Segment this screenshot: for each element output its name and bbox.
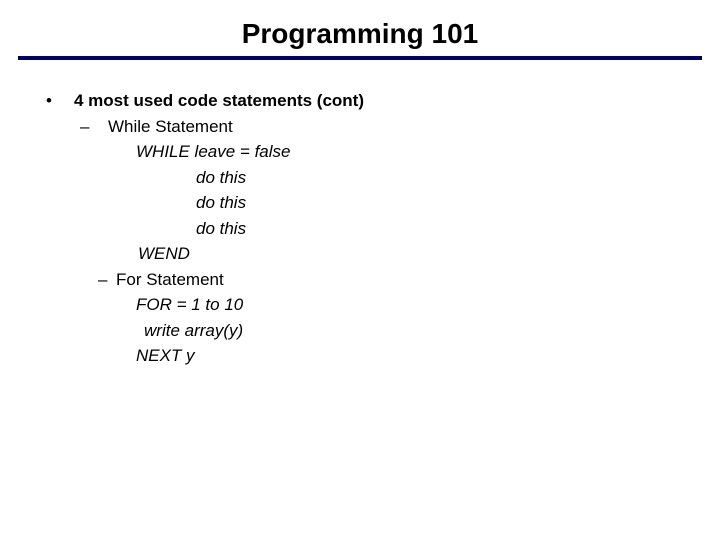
code-line: do this	[46, 190, 702, 216]
sub-item-for: – For Statement	[46, 267, 702, 293]
bullet-mark: •	[46, 88, 74, 114]
slide: Programming 101 • 4 most used code state…	[0, 0, 720, 540]
for-label: For Statement	[116, 267, 224, 293]
dash-mark: –	[92, 267, 116, 293]
sub-item-while: – While Statement	[46, 114, 702, 140]
code-line: do this	[46, 165, 702, 191]
code-line: WHILE leave = false	[46, 139, 702, 165]
code-line: write array(y)	[46, 318, 702, 344]
bullet-item: • 4 most used code statements (cont)	[46, 88, 702, 114]
code-line: WEND	[46, 241, 702, 267]
code-line: do this	[46, 216, 702, 242]
dash-mark: –	[74, 114, 108, 140]
slide-body: • 4 most used code statements (cont) – W…	[18, 88, 702, 369]
slide-title: Programming 101	[18, 18, 702, 56]
bullet-text: 4 most used code statements (cont)	[74, 88, 364, 114]
code-line: NEXT y	[46, 343, 702, 369]
code-line: FOR = 1 to 10	[46, 292, 702, 318]
while-label: While Statement	[108, 114, 233, 140]
title-rule	[18, 56, 702, 60]
